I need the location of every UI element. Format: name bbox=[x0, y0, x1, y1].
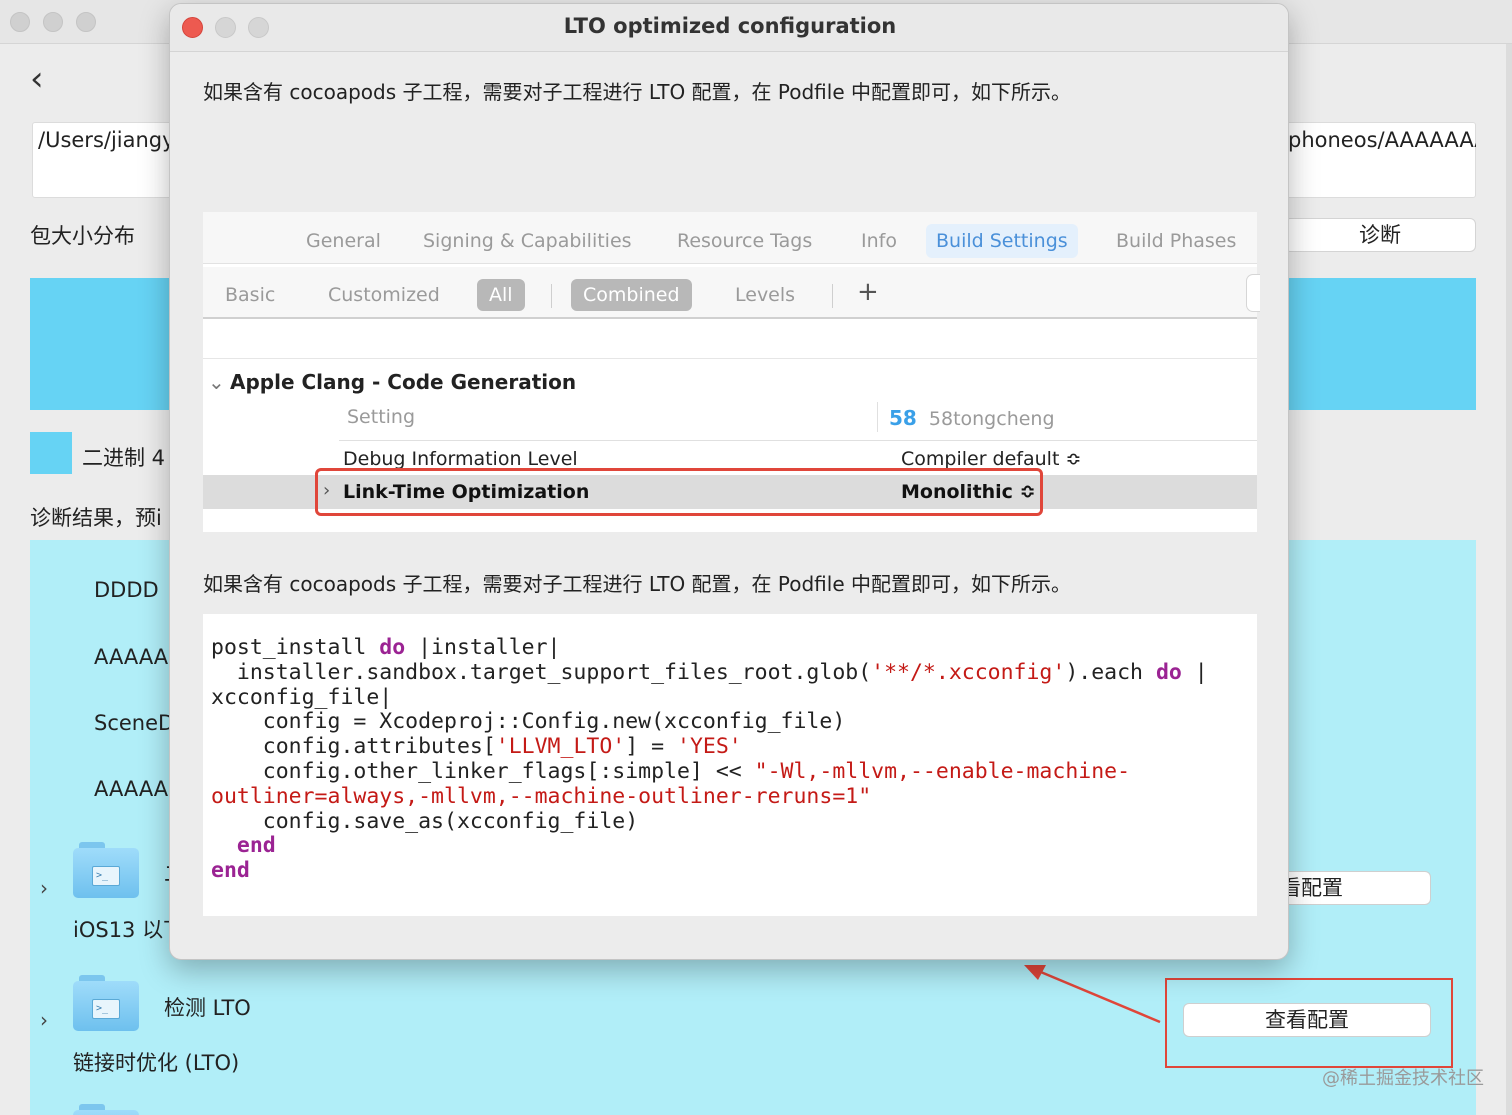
legend-text: 二进制 4 bbox=[82, 446, 166, 470]
dialog-titlebar: LTO optimized configuration bbox=[170, 4, 1288, 52]
search-field-edge[interactable] bbox=[1246, 274, 1260, 312]
filter-customized[interactable]: Customized bbox=[316, 279, 452, 311]
xcode-tabbar: General Signing & Capabilities Resource … bbox=[203, 212, 1257, 264]
check-subtitle: iOS13 以下 bbox=[73, 918, 185, 942]
terminal-folder-icon bbox=[73, 1104, 139, 1115]
tab-general[interactable]: General bbox=[296, 224, 391, 258]
tab-info[interactable]: Info bbox=[851, 224, 907, 258]
list-item: AAAAA bbox=[94, 777, 169, 801]
path-text-right: phoneos/AAAAAAA bbox=[1288, 128, 1476, 152]
annotation-highlight-box bbox=[1165, 978, 1453, 1068]
diagnose-button[interactable]: 诊断 bbox=[1284, 218, 1476, 252]
target-logo-icon: 58 bbox=[889, 406, 917, 430]
path-text-left: /Users/jiangy bbox=[38, 128, 175, 152]
list-item: SceneD bbox=[94, 711, 175, 735]
podfile-code-block: post_install do |installer| installer.sa… bbox=[203, 614, 1257, 916]
zoom-window-icon[interactable] bbox=[76, 12, 96, 32]
lto-config-dialog: LTO optimized configuration 如果含有 cocoapo… bbox=[169, 3, 1289, 960]
header-divider bbox=[339, 440, 1257, 441]
code-text: post_install do |installer| installer.sa… bbox=[211, 635, 1208, 884]
filter-separator bbox=[551, 284, 552, 308]
dialog-description-bottom: 如果含有 cocoapods 子工程，需要对子工程进行 LTO 配置，在 Pod… bbox=[203, 572, 1071, 596]
terminal-folder-icon: >_ bbox=[73, 975, 139, 1031]
column-header-target: 58 58tongcheng bbox=[889, 406, 1055, 430]
xcode-build-settings-image: General Signing & Capabilities Resource … bbox=[203, 212, 1260, 532]
list-item: AAAAA bbox=[94, 645, 169, 669]
package-size-label: 包大小分布 bbox=[30, 224, 135, 248]
close-window-icon[interactable] bbox=[10, 12, 30, 32]
add-setting-icon[interactable]: + bbox=[857, 277, 879, 307]
window-edge bbox=[1506, 44, 1512, 1115]
filter-separator bbox=[832, 284, 833, 308]
check-subtitle-lto: 链接时优化 (LTO) bbox=[73, 1051, 240, 1075]
target-name: 58tongcheng bbox=[928, 408, 1055, 430]
terminal-folder-icon: >_ bbox=[73, 842, 139, 898]
expand-chevron-icon[interactable]: › bbox=[40, 1008, 48, 1032]
section-divider bbox=[203, 358, 1257, 359]
minimize-window-icon[interactable] bbox=[43, 12, 63, 32]
section-header[interactable]: ⌄ Apple Clang - Code Generation bbox=[208, 370, 576, 394]
list-item: DDDD bbox=[94, 578, 159, 602]
diagnose-result-label: 诊断结果，预i bbox=[30, 506, 162, 530]
filter-levels[interactable]: Levels bbox=[723, 279, 807, 311]
tab-build-phases[interactable]: Build Phases bbox=[1106, 224, 1246, 258]
filter-combined[interactable]: Combined bbox=[571, 279, 692, 311]
dialog-title: LTO optimized configuration bbox=[563, 14, 897, 38]
tab-build-settings[interactable]: Build Settings bbox=[926, 224, 1078, 258]
legend-swatch bbox=[30, 432, 72, 474]
setting-name-debug-info: Debug Information Level bbox=[343, 448, 578, 470]
back-chevron-icon[interactable]: ‹ bbox=[30, 62, 44, 96]
chevron-down-icon[interactable]: ⌄ bbox=[208, 370, 230, 394]
tab-signing[interactable]: Signing & Capabilities bbox=[413, 224, 642, 258]
expand-chevron-icon[interactable]: › bbox=[40, 876, 48, 900]
filter-basic[interactable]: Basic bbox=[213, 279, 287, 311]
setting-value-debug-info[interactable]: Compiler default ≎ bbox=[901, 448, 1081, 470]
column-separator bbox=[877, 402, 878, 432]
check-title-lto: 检测 LTO bbox=[164, 996, 251, 1020]
watermark: @稀土掘金技术社区 bbox=[1322, 1068, 1484, 1089]
xcode-filterbar: Basic Customized All Combined Levels + bbox=[203, 267, 1257, 319]
tab-resource-tags[interactable]: Resource Tags bbox=[667, 224, 822, 258]
lto-highlight-box bbox=[315, 468, 1043, 516]
column-header-setting: Setting bbox=[347, 406, 416, 428]
dialog-description-top: 如果含有 cocoapods 子工程，需要对子工程进行 LTO 配置，在 Pod… bbox=[203, 80, 1071, 104]
section-title: Apple Clang - Code Generation bbox=[230, 370, 577, 394]
filter-all[interactable]: All bbox=[477, 279, 525, 311]
